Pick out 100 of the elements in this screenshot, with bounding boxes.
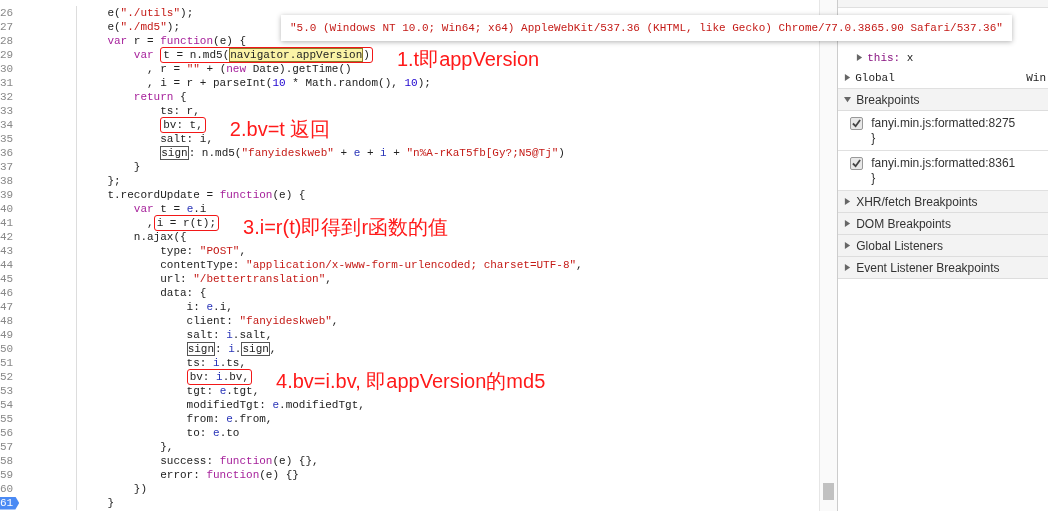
- checkbox[interactable]: [850, 157, 864, 170]
- line-number[interactable]: 56: [0, 426, 20, 440]
- checkbox[interactable]: [850, 117, 864, 130]
- scope-row[interactable]: this: x: [838, 48, 1048, 67]
- code-line: bv: t,: [77, 118, 206, 132]
- line-number[interactable]: 51: [0, 356, 20, 370]
- scope-name: this: x: [867, 51, 914, 64]
- line-number[interactable]: 40: [0, 202, 20, 216]
- code-line: error: function(e) {}: [159, 468, 299, 482]
- code-line: client: "fanyideskweb",: [185, 314, 339, 328]
- code-line: }: [106, 496, 114, 510]
- code-line: , i = r + parseInt(10 * Math.random(), 10);: [146, 76, 431, 90]
- scope-value: Win: [1026, 71, 1046, 84]
- line-number[interactable]: 37: [0, 160, 20, 174]
- line-number[interactable]: 52: [0, 370, 20, 384]
- caret-icon[interactable]: [844, 96, 852, 103]
- code-line: t.recordUpdate = function(e) {: [106, 188, 306, 202]
- breakpoint-code: }: [871, 131, 877, 146]
- line-number[interactable]: 49: [0, 328, 20, 342]
- line-number[interactable]: 32: [0, 90, 20, 104]
- line-number[interactable]: 35: [0, 132, 20, 146]
- line-number[interactable]: 46: [0, 286, 20, 300]
- line-number[interactable]: 50: [0, 342, 20, 356]
- line-number[interactable]: 38: [0, 174, 20, 188]
- caret-icon[interactable]: [844, 198, 852, 205]
- code-line: ts: r,: [159, 104, 200, 118]
- code-line: bv: i.bv,: [77, 370, 253, 384]
- line-number[interactable]: 27: [0, 20, 20, 34]
- line-number[interactable]: 34: [0, 118, 20, 132]
- line-number[interactable]: 41: [0, 216, 20, 230]
- line-number[interactable]: 59: [0, 468, 20, 482]
- code-line: tgt: e.tgt,: [185, 384, 260, 398]
- line-number[interactable]: 29: [0, 48, 20, 62]
- section-header[interactable]: Global Listeners: [838, 235, 1048, 257]
- line-number[interactable]: 33: [0, 104, 20, 118]
- code-line: to: e.to: [185, 426, 240, 440]
- caret-icon[interactable]: [844, 220, 852, 227]
- caret-icon[interactable]: [844, 242, 852, 249]
- scope-name: Global: [855, 71, 895, 84]
- code-line: from: e.from,: [185, 412, 273, 426]
- code-line: n.ajax({: [132, 230, 187, 244]
- line-number[interactable]: 53: [0, 384, 20, 398]
- code-line: data: {: [159, 286, 207, 300]
- section-title: XHR/fetch Breakpoints: [856, 194, 978, 209]
- caret-icon[interactable]: [844, 74, 852, 81]
- code-line: , r = "" + (new Date).getTime(): [146, 62, 352, 76]
- caret-icon[interactable]: [856, 54, 864, 61]
- line-number[interactable]: 45: [0, 272, 20, 286]
- section-header[interactable]: XHR/fetch Breakpoints: [838, 191, 1048, 213]
- code-line: return {: [132, 90, 187, 104]
- breakpoint-marker[interactable]: 61: [0, 496, 20, 510]
- line-number[interactable]: 44: [0, 258, 20, 272]
- code-line: e("./utils");: [106, 6, 194, 20]
- line-number[interactable]: 55: [0, 412, 20, 426]
- line-number[interactable]: 30: [0, 62, 20, 76]
- code-line: salt: i,: [159, 132, 214, 146]
- code-line: url: "/bettertranslation",: [159, 272, 332, 286]
- line-number[interactable]: 42: [0, 230, 20, 244]
- code-line: }: [132, 160, 141, 174]
- line-number[interactable]: 26: [0, 6, 20, 20]
- section-title: Breakpoints: [856, 92, 920, 107]
- code-line: }): [132, 482, 147, 496]
- annotation-text: 4.bv=i.bv, 即appVersion的md5: [276, 370, 546, 392]
- code-line: i: e.i,: [185, 300, 233, 314]
- code-line: salt: i.salt,: [185, 328, 273, 342]
- line-number[interactable]: 28: [0, 34, 20, 48]
- code-line: var r = function(e) {: [106, 34, 247, 48]
- code-line: sign: n.md5("fanyideskweb" + e + i + "n%A-rKaT5fb[Gy?;N5@Tj"): [159, 146, 565, 160]
- section-header[interactable]: Breakpoints: [838, 89, 1048, 111]
- annotation-text: 1.t即appVersion: [396, 48, 540, 70]
- line-number[interactable]: 47: [0, 300, 20, 314]
- code-line: type: "POST",: [159, 244, 247, 258]
- line-number[interactable]: 58: [0, 454, 20, 468]
- annotation-text: 3.i=r(t)即得到r函数的值: [243, 216, 449, 238]
- caret-icon[interactable]: [844, 264, 852, 271]
- breakpoint-label[interactable]: fanyi.min.js:formatted:8361: [871, 156, 1048, 171]
- code-line: };: [106, 174, 121, 188]
- line-number[interactable]: 39: [0, 188, 20, 202]
- breakpoint-label[interactable]: fanyi.min.js:formatted:8275: [871, 116, 1048, 131]
- code-line: },: [159, 440, 174, 454]
- line-number[interactable]: 31: [0, 76, 20, 90]
- code-line: success: function(e) {},: [159, 454, 319, 468]
- line-number[interactable]: 36: [0, 146, 20, 160]
- breakpoint-code: }: [871, 171, 877, 186]
- code-line: modifiedTgt: e.modifiedTgt,: [185, 398, 365, 412]
- code-line: ts: i.ts,: [185, 356, 247, 370]
- line-number[interactable]: 57: [0, 440, 20, 454]
- section-title: Global Listeners: [856, 238, 943, 253]
- code-line: e("./md5");: [106, 20, 181, 34]
- scrollbar-thumb[interactable]: [823, 483, 835, 500]
- code-line: contentType: "application/x-www-form-urlencoded; charset=UTF-8",: [159, 258, 583, 272]
- line-number[interactable]: 54: [0, 398, 20, 412]
- section-header[interactable]: Event Listener Breakpoints: [838, 257, 1048, 279]
- line-number[interactable]: 60: [0, 482, 20, 496]
- line-number[interactable]: 43: [0, 244, 20, 258]
- section-title: Event Listener Breakpoints: [856, 260, 1000, 275]
- line-number[interactable]: 48: [0, 314, 20, 328]
- annotation-text: 2.bv=t 返回: [229, 118, 331, 140]
- section-header[interactable]: DOM Breakpoints: [838, 213, 1048, 235]
- code-line: var t = e.i: [132, 202, 207, 216]
